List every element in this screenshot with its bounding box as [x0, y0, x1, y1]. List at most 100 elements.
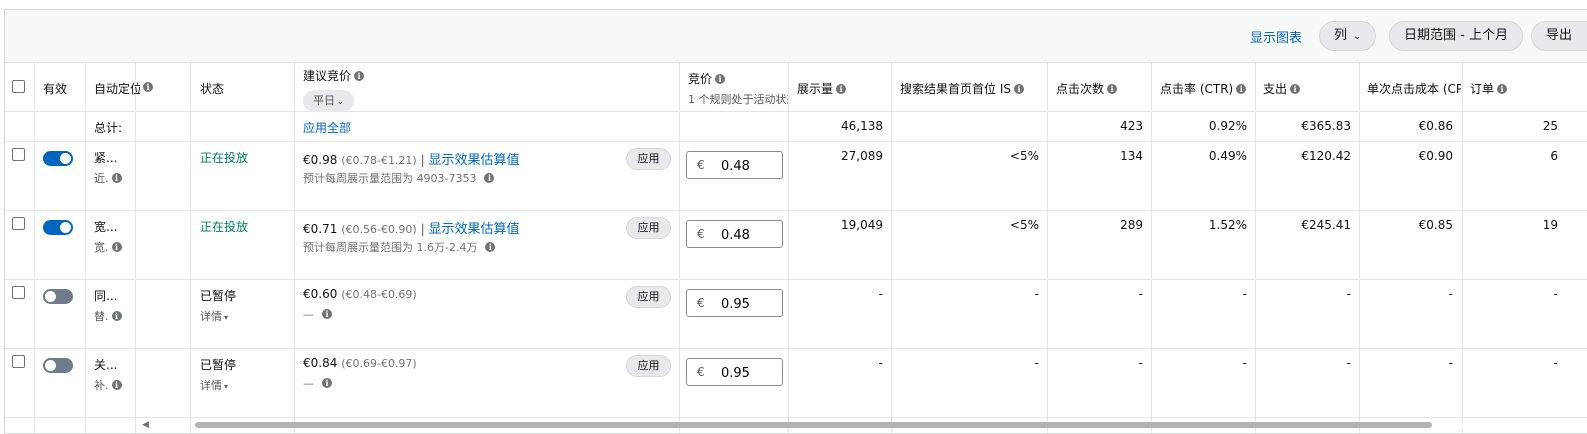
- active-toggle[interactable]: [43, 151, 73, 166]
- ctr-cell: -: [1242, 287, 1247, 301]
- info-icon[interactable]: i: [1236, 84, 1247, 94]
- info-icon[interactable]: i: [111, 311, 122, 321]
- apply-all-link[interactable]: 应用全部: [303, 119, 351, 136]
- header-suggested-bid[interactable]: 建议竞价 i 平日 ⌄: [303, 67, 365, 112]
- columns-button[interactable]: 列 ⌄: [1319, 21, 1377, 51]
- spend-cell: -: [1346, 287, 1351, 301]
- row-checkbox[interactable]: [12, 355, 25, 368]
- info-icon[interactable]: i: [143, 82, 153, 92]
- apply-button[interactable]: 应用: [626, 217, 671, 239]
- bid-field[interactable]: €: [686, 220, 783, 248]
- row-divider: [5, 210, 1587, 211]
- bid-field[interactable]: €: [686, 358, 783, 386]
- info-icon[interactable]: i: [111, 380, 122, 390]
- info-icon[interactable]: i: [1013, 84, 1024, 94]
- show-estimate-link[interactable]: 显示效果估算值: [428, 153, 519, 168]
- impressions-cell: 27,089: [841, 149, 883, 163]
- totals-spend: €365.83: [1301, 119, 1351, 133]
- scroll-left-arrow-icon[interactable]: ◀: [142, 420, 149, 430]
- info-icon[interactable]: i: [1290, 84, 1301, 94]
- apply-button[interactable]: 应用: [626, 148, 671, 170]
- header-auto-targeting[interactable]: 自动定位 i: [94, 80, 164, 97]
- info-icon[interactable]: i: [354, 71, 365, 81]
- info-icon[interactable]: i: [715, 74, 726, 84]
- bid-input[interactable]: [719, 225, 781, 245]
- bid-input[interactable]: [719, 156, 781, 176]
- status-details-label: 详情: [200, 310, 222, 323]
- info-icon[interactable]: i: [484, 173, 495, 183]
- header-ctr[interactable]: 点击率 (CTR) i: [1160, 80, 1247, 97]
- target-name[interactable]: 紧...: [94, 149, 117, 166]
- table-toolbar: 显示图表 列 ⌄ 日期范围 - 上个月 导出: [5, 10, 1587, 63]
- target-name[interactable]: 同...: [94, 287, 117, 304]
- top-is-cell: -: [1034, 356, 1039, 370]
- active-toggle[interactable]: [43, 220, 73, 235]
- info-icon[interactable]: i: [1107, 84, 1118, 94]
- row-divider: [5, 111, 1587, 112]
- spend-cell: -: [1346, 356, 1351, 370]
- suggested-bid-select-label: 平日: [313, 94, 335, 107]
- header-top-of-search-is[interactable]: 搜索结果首页首位 IS i: [900, 80, 1024, 97]
- status-details-toggle[interactable]: 详情 ▾: [200, 377, 228, 393]
- header-ctr-label: 点击率 (CTR): [1160, 82, 1234, 96]
- totals-label: 总计:: [94, 121, 123, 135]
- top-is-cell: <5%: [1009, 149, 1039, 163]
- estimate-label: 预计每周展示量范围为 4903-7353: [303, 172, 477, 185]
- info-icon[interactable]: i: [485, 242, 496, 252]
- suggested-bid-select[interactable]: 平日 ⌄: [303, 90, 354, 112]
- bid-field[interactable]: €: [686, 289, 783, 317]
- row-checkbox[interactable]: [12, 286, 25, 299]
- separator: |: [420, 153, 425, 167]
- show-chart-link[interactable]: 显示图表: [1250, 27, 1302, 46]
- header-spend-label: 支出: [1263, 82, 1288, 96]
- header-active[interactable]: 有效: [43, 80, 67, 97]
- header-orders-label: 订单: [1470, 82, 1495, 96]
- info-icon[interactable]: i: [111, 242, 122, 252]
- column-divider: [34, 62, 35, 433]
- active-toggle[interactable]: [43, 358, 73, 373]
- active-toggle[interactable]: [43, 289, 73, 304]
- bid-field[interactable]: €: [686, 151, 783, 179]
- bid-input[interactable]: [719, 294, 781, 314]
- currency-symbol: €: [697, 365, 705, 379]
- target-type-label: 替.: [94, 310, 109, 323]
- header-impressions[interactable]: 展示量 i: [797, 80, 847, 97]
- apply-button[interactable]: 应用: [626, 355, 671, 377]
- target-name[interactable]: 关...: [94, 356, 117, 373]
- date-range-label: 日期范围 - 上个月: [1404, 28, 1508, 43]
- column-divider: [788, 62, 789, 433]
- info-icon[interactable]: i: [322, 309, 332, 319]
- show-estimate-link[interactable]: 显示效果估算值: [428, 222, 519, 237]
- header-orders[interactable]: 订单 i: [1470, 80, 1508, 97]
- header-spend[interactable]: 支出 i: [1263, 80, 1301, 97]
- cpc-cell: -: [1448, 287, 1453, 301]
- target-type-label: 近.: [94, 172, 109, 185]
- export-button[interactable]: 导出: [1531, 21, 1587, 51]
- column-divider: [85, 62, 86, 433]
- chevron-down-icon: ⌄: [337, 97, 344, 106]
- info-icon[interactable]: i: [111, 173, 122, 183]
- impressions-cell: 19,049: [841, 218, 883, 232]
- row-checkbox[interactable]: [12, 148, 25, 161]
- spend-cell: €120.42: [1301, 149, 1351, 163]
- target-name[interactable]: 宽...: [94, 218, 117, 235]
- info-icon[interactable]: i: [836, 84, 847, 94]
- currency-symbol: €: [697, 227, 705, 241]
- header-cpc[interactable]: 单次点击成本 (CPC): [1367, 80, 1461, 97]
- apply-button[interactable]: 应用: [626, 286, 671, 308]
- header-bid-label: 竞价: [688, 72, 713, 86]
- header-status[interactable]: 状态: [200, 80, 224, 97]
- date-range-button[interactable]: 日期范围 - 上个月: [1389, 21, 1523, 51]
- status-details-toggle[interactable]: 详情 ▾: [200, 308, 228, 324]
- header-clicks[interactable]: 点击次数 i: [1056, 80, 1118, 97]
- info-icon[interactable]: i: [322, 378, 332, 388]
- estimate-label: —: [303, 377, 314, 390]
- impressions-cell: -: [878, 356, 883, 370]
- info-icon[interactable]: i: [1497, 84, 1508, 94]
- horizontal-scrollbar-thumb[interactable]: [195, 422, 1432, 428]
- row-checkbox[interactable]: [12, 217, 25, 230]
- bid-input[interactable]: [719, 363, 781, 383]
- suggested-bid-line: €0.60 (€0.48-€0.69): [303, 287, 417, 301]
- select-all-checkbox[interactable]: [12, 80, 25, 93]
- header-bid[interactable]: 竞价 i: [688, 70, 788, 87]
